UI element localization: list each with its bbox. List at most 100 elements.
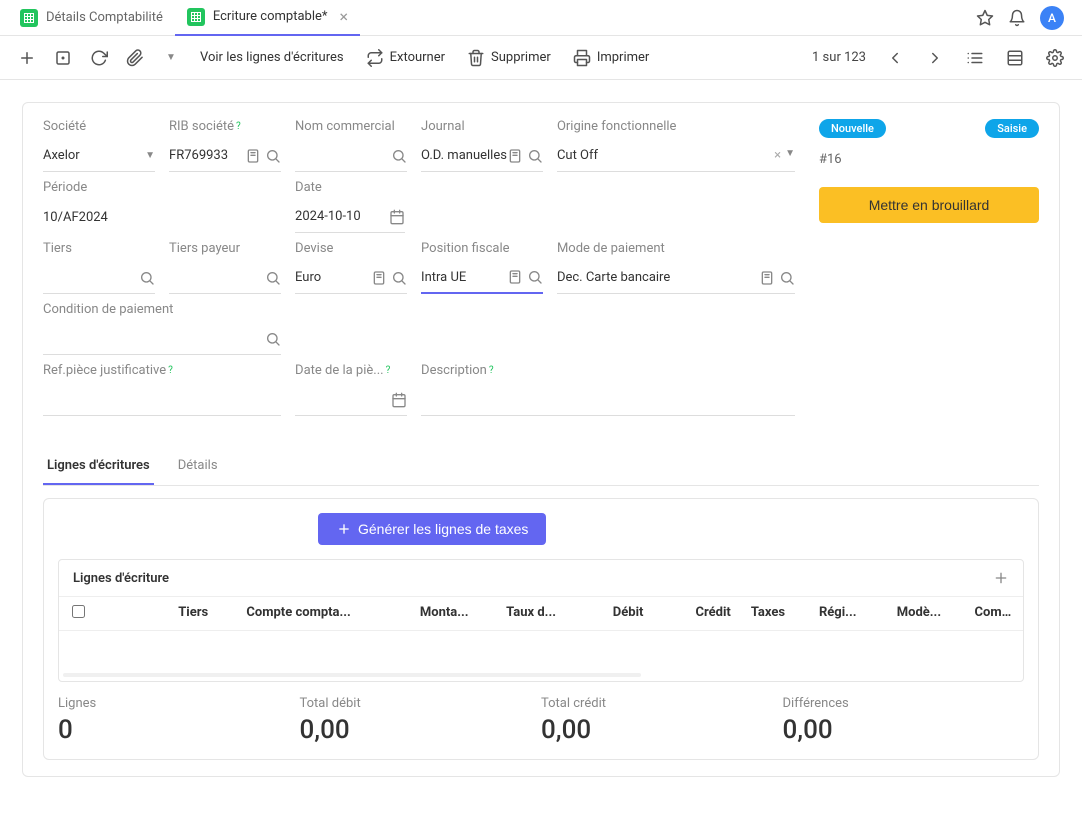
tab-details[interactable]: Détails — [174, 448, 222, 485]
table-body — [59, 631, 1023, 681]
partner-input[interactable] — [43, 262, 155, 294]
star-icon[interactable] — [976, 9, 994, 27]
app-tabs: Détails Comptabilité Ecriture comptable*… — [0, 0, 1082, 36]
search-icon[interactable] — [139, 270, 155, 286]
tab-details-comptabilite[interactable]: Détails Comptabilité — [8, 0, 175, 36]
edit-icon[interactable] — [371, 270, 387, 286]
search-icon[interactable] — [265, 331, 281, 347]
field-fiscal-position: Position fiscale Intra UE — [421, 241, 543, 294]
list-view-button[interactable] — [958, 41, 992, 75]
new-button[interactable] — [10, 41, 44, 75]
total-debit-value: 0,00 — [300, 715, 542, 745]
select-all-checkbox[interactable] — [72, 605, 85, 618]
total-lines-label: Lignes — [58, 696, 300, 711]
col-tiers[interactable]: Tiers — [98, 605, 236, 622]
col-montant[interactable]: Monta... — [391, 605, 478, 622]
record-ref: #16 — [819, 152, 1039, 167]
search-icon[interactable] — [265, 148, 281, 164]
edit-icon[interactable] — [759, 270, 775, 286]
scrollbar[interactable] — [63, 673, 641, 677]
payment-mode-input[interactable]: Dec. Carte bancaire — [557, 262, 795, 294]
next-button[interactable] — [918, 41, 952, 75]
commercial-name-input[interactable] — [295, 140, 407, 172]
total-diff-label: Différences — [783, 696, 1025, 711]
edit-icon[interactable] — [507, 269, 523, 285]
journal-input[interactable]: O.D. manuelles — [421, 140, 543, 172]
settings-button[interactable] — [1038, 41, 1072, 75]
col-debit[interactable]: Débit — [566, 605, 653, 622]
field-company: Société Axelor ▼ — [43, 119, 155, 172]
col-credit[interactable]: Crédit — [653, 605, 740, 622]
refresh-button[interactable] — [82, 41, 116, 75]
field-payer: Tiers payeur — [169, 241, 281, 294]
total-diff-value: 0,00 — [783, 715, 1025, 745]
total-credit-label: Total crédit — [541, 696, 783, 711]
col-compte[interactable]: Compte compta... — [236, 605, 391, 622]
bell-icon[interactable] — [1008, 9, 1026, 27]
origin-select[interactable]: Cut Off ×▼ — [557, 140, 795, 172]
field-doc-date: Date de la piè...? — [295, 363, 407, 416]
generate-tax-lines-button[interactable]: Générer les lignes de taxes — [318, 513, 546, 545]
prev-button[interactable] — [878, 41, 912, 75]
period-value: 10/AF2024 — [43, 201, 281, 233]
pager-text: 1 sur 123 — [812, 50, 866, 65]
col-taxes[interactable]: Taxes — [741, 605, 809, 622]
search-icon[interactable] — [779, 270, 795, 286]
fiscal-position-input[interactable]: Intra UE — [421, 262, 543, 294]
total-debit-label: Total débit — [300, 696, 542, 711]
field-origin: Origine fonctionnelle Cut Off ×▼ — [557, 119, 795, 172]
avatar[interactable]: A — [1040, 6, 1064, 30]
chevron-down-icon: ▼ — [785, 148, 795, 163]
calendar-icon[interactable] — [391, 392, 407, 408]
reverse-button[interactable]: Extourner — [356, 41, 455, 75]
status-badge-saisie: Saisie — [985, 119, 1039, 138]
company-select[interactable]: Axelor ▼ — [43, 140, 155, 172]
date-input[interactable]: 2024-10-10 — [295, 201, 405, 233]
search-icon[interactable] — [391, 148, 407, 164]
help-icon[interactable]: ? — [489, 365, 494, 376]
module-icon — [187, 8, 205, 26]
edit-icon[interactable] — [507, 148, 523, 164]
payment-condition-input[interactable] — [43, 323, 281, 355]
search-icon[interactable] — [527, 148, 543, 164]
more-dropdown[interactable]: ▼ — [154, 41, 188, 75]
tab-label: Ecriture comptable* — [213, 9, 328, 24]
help-icon[interactable]: ? — [168, 365, 173, 376]
search-icon[interactable] — [527, 269, 543, 285]
clear-icon[interactable]: × — [774, 148, 781, 163]
edit-icon[interactable] — [245, 148, 261, 164]
close-icon[interactable]: × — [340, 7, 349, 26]
module-icon — [20, 9, 38, 27]
col-comp[interactable]: Comp... — [964, 605, 1023, 622]
help-icon[interactable]: ? — [386, 365, 391, 376]
search-icon[interactable] — [265, 270, 281, 286]
col-taux[interactable]: Taux d... — [479, 605, 566, 622]
doc-date-input[interactable] — [295, 384, 407, 416]
tab-ecriture-comptable[interactable]: Ecriture comptable* × — [175, 0, 360, 36]
table-header: Tiers Compte compta... Monta... Taux d..… — [59, 597, 1023, 631]
status-badge-new: Nouvelle — [819, 119, 886, 138]
print-button[interactable]: Imprimer — [563, 41, 660, 75]
description-input[interactable] — [421, 384, 795, 416]
tab-label: Détails Comptabilité — [46, 10, 163, 25]
field-commercial-name: Nom commercial — [295, 119, 407, 172]
field-date: Date 2024-10-10 — [295, 180, 795, 233]
view-lines-button[interactable]: Voir les lignes d'écritures — [190, 41, 354, 75]
attach-button[interactable] — [118, 41, 152, 75]
form-view-button[interactable] — [998, 41, 1032, 75]
draft-button[interactable]: Mettre en brouillard — [819, 187, 1039, 223]
tab-lines[interactable]: Lignes d'écritures — [43, 448, 154, 485]
calendar-icon[interactable] — [389, 209, 405, 225]
field-currency: Devise Euro — [295, 241, 407, 294]
currency-input[interactable]: Euro — [295, 262, 407, 294]
help-icon[interactable]: ? — [236, 121, 241, 132]
payer-input[interactable] — [169, 262, 281, 294]
rib-input[interactable]: FR769933 — [169, 140, 281, 172]
save-button[interactable] — [46, 41, 80, 75]
search-icon[interactable] — [391, 270, 407, 286]
col-regi[interactable]: Régi... — [809, 605, 887, 622]
add-line-button[interactable] — [993, 570, 1009, 586]
ref-doc-input[interactable] — [43, 384, 281, 416]
delete-button[interactable]: Supprimer — [457, 41, 561, 75]
col-mode[interactable]: Modè... — [887, 605, 965, 622]
